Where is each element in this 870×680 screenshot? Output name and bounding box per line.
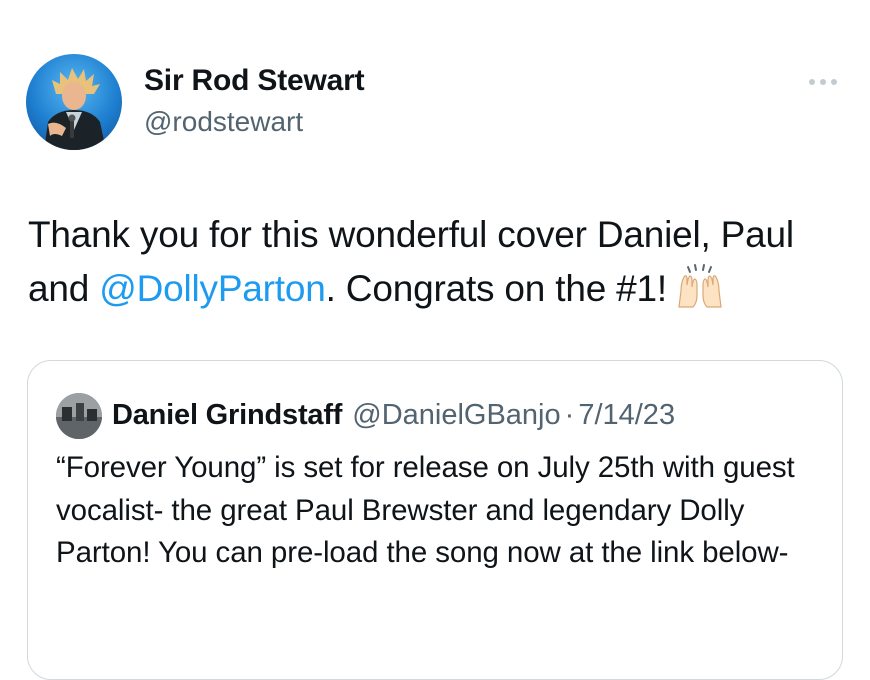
tweet-text: Thank you for this wonderful cover Danie… bbox=[28, 208, 848, 316]
quoted-tweet-date[interactable]: 7/14/23 bbox=[578, 399, 675, 432]
mention-link[interactable]: @DollyParton bbox=[99, 268, 326, 309]
more-options-button[interactable] bbox=[803, 70, 843, 94]
separator-dot: · bbox=[564, 398, 575, 431]
author-avatar[interactable] bbox=[26, 54, 122, 150]
more-options-icon bbox=[809, 79, 837, 85]
tweet: Sir Rod Stewart @rodstewart Thank you fo… bbox=[0, 0, 870, 680]
quoted-author-handle[interactable]: @DanielGBanjo bbox=[352, 399, 560, 432]
quoted-author-avatar-image bbox=[56, 393, 102, 439]
author-handle[interactable]: @rodstewart bbox=[144, 106, 303, 138]
quoted-author-name[interactable]: Daniel Grindstaff bbox=[112, 399, 342, 432]
raising-hands-emoji bbox=[675, 263, 725, 309]
author-avatar-image bbox=[44, 68, 106, 150]
quoted-author-avatar[interactable] bbox=[56, 393, 102, 439]
quoted-tweet-text: “Forever Young” is set for release on Ju… bbox=[56, 451, 795, 569]
author-name[interactable]: Sir Rod Stewart bbox=[144, 64, 365, 98]
tweet-text-part: . Congrats on the #1! bbox=[325, 268, 668, 309]
quoted-tweet-header: Daniel Grindstaff @DanielGBanjo · 7/14/2… bbox=[112, 393, 675, 437]
quoted-tweet[interactable]: Daniel Grindstaff @DanielGBanjo · 7/14/2… bbox=[27, 360, 843, 680]
